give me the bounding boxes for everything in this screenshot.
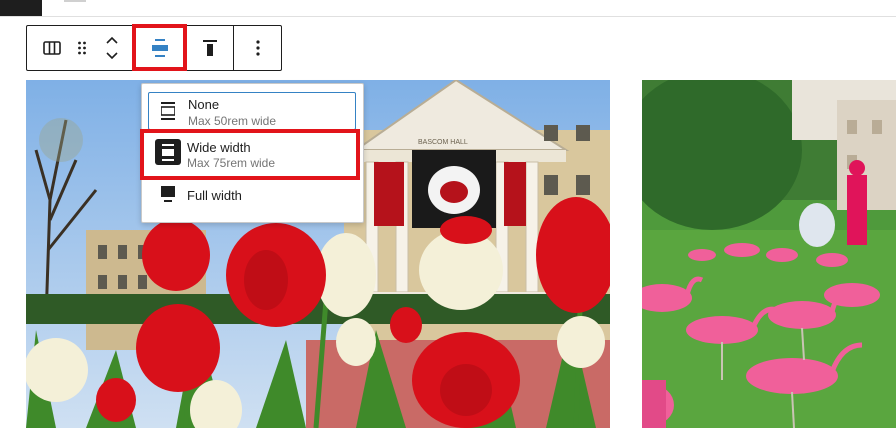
wide-width-highlight	[140, 129, 360, 180]
move-up-down-button[interactable]	[99, 26, 125, 70]
drag-handle-icon	[78, 41, 86, 55]
flamingos-lawn-photo	[642, 80, 896, 428]
more-vertical-icon	[256, 40, 260, 56]
columns-icon	[43, 41, 61, 55]
editor-top-bar	[0, 0, 896, 17]
drag-handle-button[interactable]	[73, 26, 91, 70]
option-none-subtitle: Max 50rem wide	[188, 114, 277, 128]
text-align-button[interactable]	[187, 26, 233, 70]
toolbar-separator	[233, 26, 234, 70]
block-type-button[interactable]	[29, 26, 75, 70]
justify-top-icon	[203, 40, 217, 56]
building-sign: BASCOM HALL	[418, 139, 468, 146]
align-button-highlight	[132, 24, 187, 71]
top-bar-stub	[64, 0, 86, 2]
full-width-icon	[161, 186, 175, 202]
option-full-width[interactable]: Full width	[148, 180, 356, 210]
option-full-title: Full width	[187, 188, 242, 203]
option-none-title: None	[188, 97, 220, 112]
flamingos-lawn-image	[642, 80, 896, 428]
move-up-down-icon	[106, 36, 118, 60]
more-options-button[interactable]	[235, 26, 281, 70]
none-width-icon	[161, 102, 175, 120]
option-none[interactable]: None Max 50rem wide	[148, 92, 356, 130]
wordpress-menu-button[interactable]	[0, 0, 42, 16]
